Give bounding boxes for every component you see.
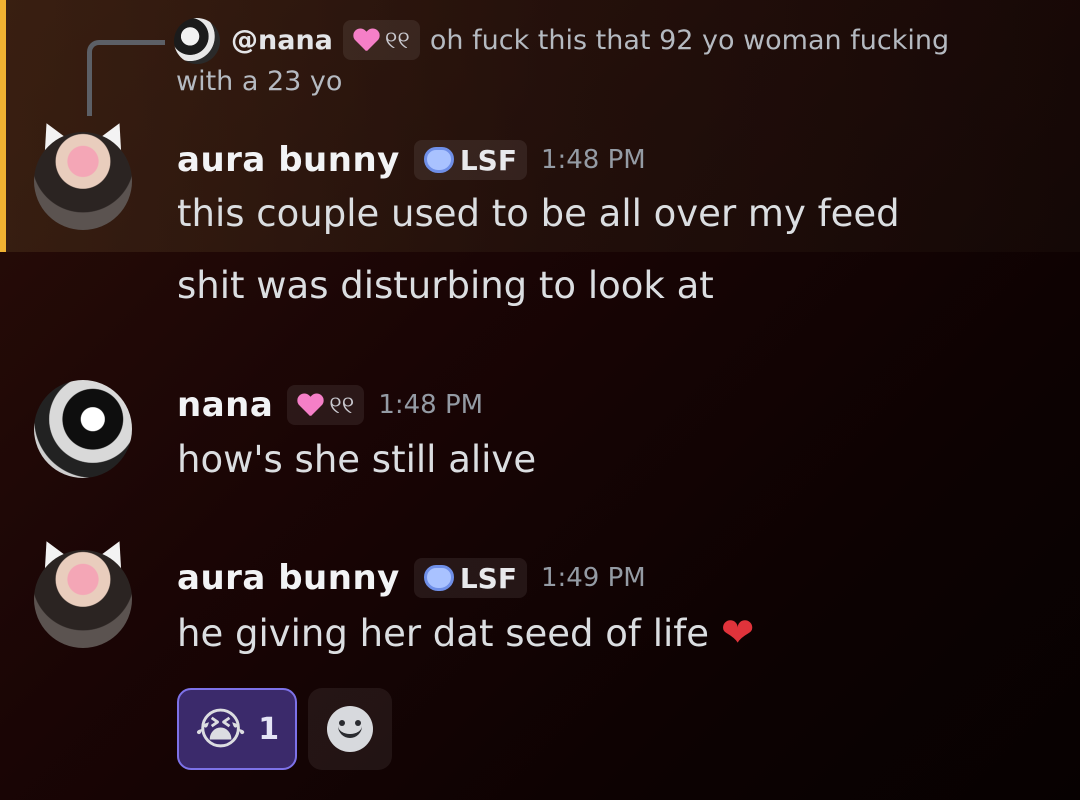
server-tag-label: LSF [459, 561, 517, 595]
reply-author-tag: ୧୧ [342, 20, 420, 60]
shield-icon [423, 147, 454, 173]
message-header: nana ୧୧ 1:48 PM [177, 379, 483, 431]
message-header: aura bunny LSF 1:48 PM [177, 134, 646, 186]
reply-avatar[interactable] [174, 18, 220, 64]
mention-highlight-bar [0, 0, 6, 252]
server-tag-label: LSF [459, 143, 517, 177]
author-name[interactable]: aura bunny [177, 140, 400, 180]
author-name[interactable]: aura bunny [177, 558, 400, 598]
add-reaction-button[interactable] [308, 688, 392, 770]
author-tag: ୧୧ [287, 385, 365, 425]
pink-heart-icon [353, 29, 379, 51]
avatar-image [34, 550, 132, 648]
reply-text-continued: with a 23 yo [176, 66, 343, 97]
message-text: this couple used to be all over my feed [177, 192, 900, 235]
server-tag[interactable]: LSF [413, 140, 527, 180]
reply-text: oh fuck this that 92 yo woman fucking [429, 24, 950, 56]
timestamp[interactable]: 1:49 PM [541, 563, 646, 593]
server-tag[interactable]: LSF [413, 558, 527, 598]
avatar[interactable] [33, 117, 133, 232]
pink-heart-icon [297, 394, 323, 416]
avatar-image [34, 380, 132, 478]
tag-glyph: ୧୧ [329, 391, 355, 419]
smiley-icon [327, 706, 373, 752]
tag-glyph: ୧୧ [384, 26, 410, 54]
message-text: he giving her dat seed of life ❤ [177, 610, 754, 656]
red-heart-emoji: ❤ [720, 610, 755, 656]
timestamp[interactable]: 1:48 PM [378, 390, 483, 420]
reply-preview[interactable]: @nana ୧୧ oh fuck this that 92 yo woman f… [231, 18, 949, 62]
message-text-content: he giving her dat seed of life [177, 612, 710, 655]
shield-icon [423, 565, 454, 591]
author-name[interactable]: nana [177, 385, 273, 425]
message-text: how's she still alive [177, 438, 537, 481]
reaction-sob[interactable]: 😭 1 [177, 688, 297, 770]
reply-author[interactable]: @nana [231, 25, 333, 56]
message-text: shit was disturbing to look at [177, 264, 714, 307]
timestamp[interactable]: 1:48 PM [541, 145, 646, 175]
avatar[interactable] [34, 370, 132, 480]
avatar[interactable] [33, 535, 133, 650]
sob-emoji-icon: 😭 [194, 703, 247, 755]
reaction-count: 1 [258, 711, 280, 747]
avatar-image [34, 132, 132, 230]
message-header: aura bunny LSF 1:49 PM [177, 552, 646, 604]
reply-connector-line [87, 40, 165, 116]
